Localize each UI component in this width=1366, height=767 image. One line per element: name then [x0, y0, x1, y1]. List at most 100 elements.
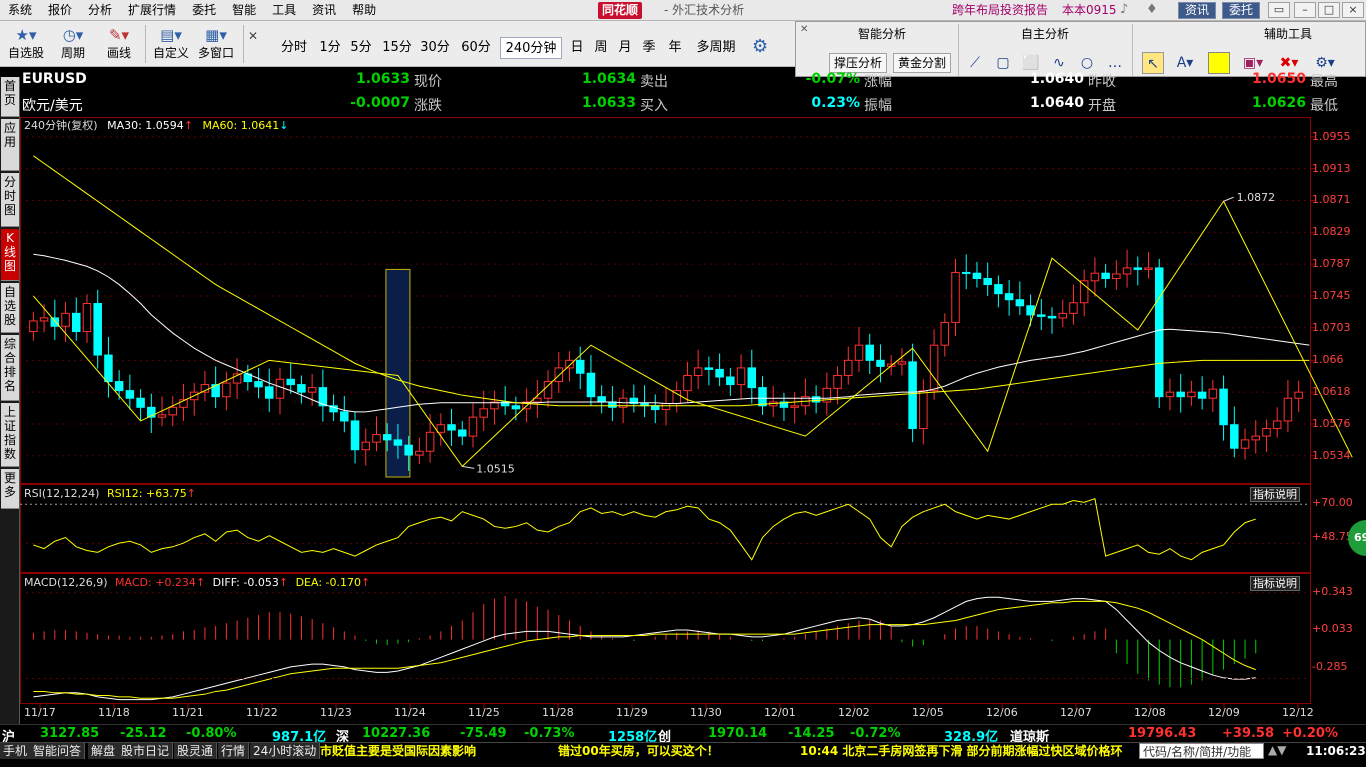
period-3[interactable]: 15分: [380, 37, 414, 59]
news-ticker-3[interactable]: 10:44 北京二手房网签再下滑 部分前期涨幅过快区域价格环: [800, 743, 1136, 759]
quote-label: 涨跌: [414, 98, 442, 114]
low-marker-line: [462, 465, 475, 469]
status-tab-2[interactable]: 解盘: [88, 743, 120, 759]
watchlist-button[interactable]: ★▾ 自选股: [4, 23, 48, 65]
macd-help-button[interactable]: 指标说明: [1250, 576, 1300, 591]
sidebar-tab-2[interactable]: 分时图: [1, 173, 19, 227]
period-12[interactable]: 多周期: [690, 37, 742, 59]
news-ticker-1[interactable]: 市贬值主要是受国际因素影响: [320, 743, 476, 759]
quote-value: 1.0626: [1251, 95, 1306, 111]
rsi-help-button[interactable]: 指标说明: [1250, 487, 1300, 502]
sidebar-tab-3[interactable]: K线图: [1, 229, 19, 281]
menu-item[interactable]: 扩展行情: [120, 0, 184, 21]
period-8[interactable]: 周: [590, 37, 612, 59]
status-tab-1[interactable]: 智能问答: [30, 743, 86, 759]
menu-item[interactable]: 委托: [184, 0, 224, 21]
period-2[interactable]: 5分: [346, 37, 376, 59]
sidebar-tab-6[interactable]: 上证指数: [1, 403, 19, 467]
status-tab-6[interactable]: 24小时滚动: [250, 743, 321, 759]
pencil-icon: ✎▾: [108, 26, 130, 44]
date-tick: 12/06: [986, 706, 1018, 719]
period-7[interactable]: 日: [566, 37, 588, 59]
close-icon[interactable]: ×: [1342, 2, 1364, 18]
period-1[interactable]: 1分: [316, 37, 344, 59]
bell-icon[interactable]: ♪: [1120, 2, 1128, 17]
sidebar-tab-4[interactable]: 自选股: [1, 283, 19, 333]
custom-button[interactable]: ▤▾ 自定义: [150, 23, 192, 65]
candle-body: [1165, 391, 1175, 398]
period-11[interactable]: 年: [662, 37, 688, 59]
menu-item[interactable]: 资讯: [304, 0, 344, 21]
candle-body: [1219, 388, 1228, 426]
menu-item[interactable]: 工具: [264, 0, 304, 21]
expand-icon[interactable]: ▲▼: [1268, 743, 1286, 757]
candle-body: [1144, 267, 1153, 270]
ma60-label: MA60: 1.0641: [202, 119, 280, 132]
ma30-label: MA30: 1.0594: [107, 119, 184, 132]
index-item: +39.58: [1222, 726, 1275, 741]
candle-body: [222, 382, 231, 398]
menu-item[interactable]: 智能: [224, 0, 264, 21]
ma60-line: [33, 155, 1310, 407]
candle-body: [608, 401, 617, 408]
sidebar-tab-5[interactable]: 综合排名: [1, 335, 19, 401]
candle-body: [297, 384, 306, 393]
menu-toggle-icon[interactable]: ▭: [1268, 2, 1290, 18]
index-item: +0.20%: [1282, 726, 1338, 741]
status-tab-0[interactable]: 手机: [0, 743, 32, 759]
menu-item[interactable]: 帮助: [344, 0, 384, 21]
period-5[interactable]: 60分: [458, 37, 494, 59]
search-input[interactable]: 代码/名称/简拼/功能: [1139, 743, 1264, 759]
gear-icon[interactable]: ⚙: [752, 36, 768, 57]
candle-body: [929, 344, 939, 392]
quote-label: 涨幅: [864, 74, 892, 90]
candle-body: [597, 396, 606, 403]
chart-canvas[interactable]: 1.0872 1.0515: [20, 117, 1366, 724]
maximize-icon[interactable]: □: [1318, 2, 1340, 18]
macd-dea-line: [33, 600, 1256, 699]
index-item: -14.25: [788, 726, 835, 741]
quote-label: 卖出: [640, 74, 668, 90]
candle-body: [61, 312, 70, 327]
date-tick: 11/24: [394, 706, 426, 719]
minimize-icon[interactable]: –: [1294, 2, 1316, 18]
menu-item[interactable]: 系统: [0, 0, 40, 21]
candle-body: [340, 411, 349, 422]
sidebar-tab-0[interactable]: 首页: [1, 77, 19, 117]
sidebar-tab-1[interactable]: 应用: [1, 119, 19, 171]
period-button[interactable]: ◷▾ 周期: [52, 23, 94, 65]
candle-body: [651, 405, 660, 411]
close-icon[interactable]: ✕: [800, 24, 808, 35]
draw-line-button[interactable]: ✎▾ 画线: [98, 23, 140, 65]
sidebar-tab-7[interactable]: 更多: [1, 469, 19, 509]
candle-body: [1122, 267, 1132, 275]
rsi-legend: RSI(12,12,24) RSI12: +63.75↑: [24, 487, 196, 500]
news-ticker-2[interactable]: 错过00年买房，可以买这个！: [558, 743, 719, 759]
arrow-up-icon: ↑: [195, 576, 206, 589]
quote-label: 振幅: [864, 98, 892, 114]
menu-item[interactable]: 报价: [40, 0, 80, 21]
candle-body: [125, 390, 135, 399]
status-tab-3[interactable]: 股市日记: [118, 743, 174, 759]
quote-label: 现价: [414, 74, 442, 90]
status-tab-4[interactable]: 股灵通: [174, 743, 218, 759]
collapse-icon[interactable]: ✕: [248, 29, 258, 43]
period-10[interactable]: 季: [638, 37, 660, 59]
period-9[interactable]: 月: [614, 37, 636, 59]
period-4[interactable]: 30分: [418, 37, 452, 59]
candle-body: [361, 441, 371, 451]
trade-button[interactable]: 委托: [1222, 2, 1261, 19]
shirt-icon[interactable]: ♦: [1146, 2, 1158, 17]
status-tab-5[interactable]: 行情: [218, 743, 250, 759]
candle-body: [575, 359, 585, 374]
period-6[interactable]: 240分钟: [500, 37, 562, 59]
candle-body: [661, 403, 671, 411]
date-tick: 11/18: [98, 706, 130, 719]
candle-body: [1262, 428, 1271, 437]
news-button[interactable]: 资讯: [1178, 2, 1217, 19]
menu-item[interactable]: 分析: [80, 0, 120, 21]
multi-window-button[interactable]: ▦▾ 多窗口: [194, 23, 238, 65]
date-tick: 12/12: [1282, 706, 1314, 719]
promo-link[interactable]: 跨年布局投资报告: [952, 0, 1048, 21]
period-0[interactable]: 分时: [274, 37, 314, 59]
